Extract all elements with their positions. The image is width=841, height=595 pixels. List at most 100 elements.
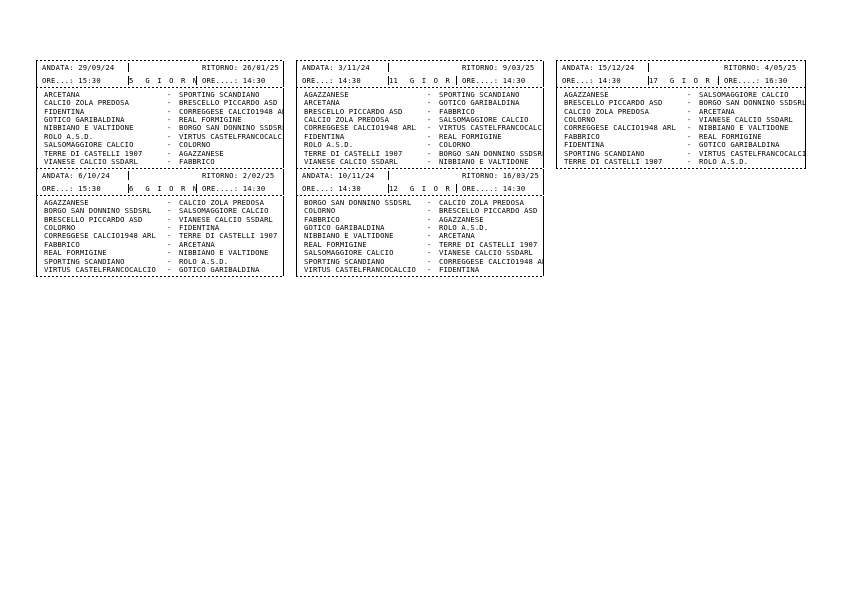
andata-date: 10/11/24 (338, 170, 375, 180)
giornata-label: G I O R N A T A (409, 76, 456, 85)
ritorno-label: RITORNO: (202, 63, 243, 72)
ore-ritorno-cell: ORE....: 14:30 (197, 76, 283, 85)
ritorno-cell: RITORNO: 26/01/25 (197, 63, 283, 72)
home-team: VIRTUS CASTELFRANCOCALCIO (44, 265, 156, 275)
match-row: TERRE DI CASTELLI 1907 - ROLO A.S.D. (557, 157, 805, 167)
schedule-block: ANDATA: 6/10/24 RITORNO: 2/02/25 ORE...: 1… (36, 167, 284, 276)
header-row-times: ORE...: 14:3017 G I O R N A T AORE....: … (557, 74, 805, 87)
ore-andata-cell: ORE...: 14:30 (557, 76, 649, 85)
match-list: AGAZZANESE - SPORTING SCANDIANO ARCETANA - GO… (296, 88, 544, 168)
match-list: AGAZZANESE - CALCIO ZOLA PREDOSA BORGO SAN … (36, 195, 284, 276)
ore-andata-label: ORE...: (302, 183, 339, 193)
ritorno-label: RITORNO: (462, 170, 503, 180)
header-row-dates: ANDATA: 15/12/24 RITORNO: 4/05/25 (557, 61, 805, 74)
ritorno-date: 4/05/25 (764, 63, 797, 72)
ore-andata-value: 14:30 (338, 76, 361, 85)
andata-cell: ANDATA: 29/09/24 (37, 63, 129, 72)
away-team: ROLO A.S.D. (699, 157, 749, 167)
match-separator: - (427, 265, 432, 275)
ore-andata-cell: ORE...: 15:30 (37, 76, 129, 85)
ore-ritorno-cell: ORE....: 16:30 (719, 76, 805, 85)
ore-ritorno-value: 14:30 (242, 183, 266, 193)
header-row-dates: ANDATA: 29/09/24 RITORNO: 26/01/25 (37, 61, 283, 74)
ore-andata-cell: ORE...: 15:30 (37, 183, 129, 193)
giornata-number: 17 (649, 76, 659, 85)
match-row: VIRTUS CASTELFRANCOCALCIO - GOTICO GARIBAL… (37, 265, 283, 275)
ritorno-label: RITORNO: (724, 63, 765, 72)
andata-date: 3/11/24 (338, 63, 370, 72)
ore-andata-label: ORE...: (562, 76, 599, 85)
giornata-cell: 17 G I O R N A T A (649, 76, 719, 85)
ritorno-cell: RITORNO: 2/02/25 (197, 171, 283, 180)
home-team: VIRTUS CASTELFRANCOCALCIO (304, 265, 416, 275)
header-row-times: ORE...: 15:305 G I O R N A T AORE....: 1… (37, 74, 283, 87)
match-row: VIRTUS CASTELFRANCOCALCIO - FIDENTINA (297, 265, 543, 275)
ritorno-date: 2/02/25 (242, 170, 275, 180)
ore-ritorno-cell: ORE....: 14:30 (457, 76, 543, 85)
giornata-label: G I O R N A T A (145, 76, 196, 85)
andata-cell: ANDATA: 6/10/24 (37, 170, 129, 180)
match-row: VIANESE CALCIO SSDARL - NIBBIANO E VALTIDO… (297, 157, 543, 167)
header-row-dates: ANDATA: 3/11/24 RITORNO: 9/03/25 (297, 61, 543, 74)
block-frame: ANDATA: 6/10/24 RITORNO: 2/02/25 ORE...: 1… (36, 168, 284, 195)
ore-andata-cell: ORE...: 14:30 (297, 183, 389, 193)
schedule-sheet: ANDATA: 29/09/24 RITORNO: 26/01/25 ORE...:… (36, 60, 806, 277)
match-list: BORGO SAN DONNINO SSDSRL - CALCIO ZOLA PRE… (296, 195, 544, 276)
schedule-block: ANDATA: 10/11/24 RITORNO: 16/03/25 ORE...:… (296, 167, 544, 276)
middle-column: ANDATA: 3/11/24 RITORNO: 9/03/25 ORE...: 1… (296, 60, 544, 277)
ore-ritorno-cell: ORE....: 14:30 (457, 184, 543, 193)
ritorno-label: RITORNO: (462, 63, 503, 72)
match-list: AGAZZANESE - SALSOMAGGIORE CALCIO BRESCELLO… (556, 88, 806, 168)
giornata-label: G I O R N A T A (145, 183, 196, 193)
andata-cell: ANDATA: 3/11/24 (297, 63, 389, 72)
home-team: VIANESE CALCIO SSDARL (44, 157, 139, 167)
andata-label: ANDATA: (562, 63, 599, 72)
away-team: FABBRICO (179, 157, 215, 167)
away-team: NIBBIANO E VALTIDONE (439, 157, 529, 167)
block-bottom-rule (296, 275, 544, 277)
ore-andata-label: ORE...: (42, 183, 79, 193)
header-row-times: ORE...: 14:30 11 G I O R N A T AORE....: … (297, 74, 543, 87)
giornata-cell: 12 G I O R N A T A (389, 183, 457, 193)
ore-ritorno-value: 14:30 (502, 76, 526, 85)
schedule-block: ANDATA: 15/12/24 RITORNO: 4/05/25 ORE...: … (556, 60, 806, 168)
andata-date: 15/12/24 (598, 63, 635, 72)
giornata-cell: 6 G I O R N A T A (129, 183, 197, 193)
ritorno-date: 9/03/25 (502, 63, 535, 72)
andata-label: ANDATA: (42, 170, 79, 180)
ritorno-date: 16/03/25 (502, 170, 539, 180)
andata-label: ANDATA: (302, 63, 339, 72)
block-frame: ANDATA: 15/12/24 RITORNO: 4/05/25 ORE...: … (556, 61, 806, 87)
ore-andata-value: 14:30 (598, 76, 621, 85)
away-team: FIDENTINA (439, 265, 480, 275)
ore-ritorno-value: 14:30 (242, 76, 266, 85)
andata-label: ANDATA: (302, 170, 339, 180)
match-separator: - (687, 157, 692, 167)
schedule-block: ANDATA: 29/09/24 RITORNO: 26/01/25 ORE...:… (36, 60, 284, 168)
andata-label: ANDATA: (42, 63, 79, 72)
ore-andata-value: 14:30 (338, 183, 361, 193)
ore-ritorno-value: 14:30 (502, 183, 526, 193)
away-team: GOTICO GARIBALDINA (179, 265, 260, 275)
schedule-block: ANDATA: 3/11/24 RITORNO: 9/03/25 ORE...: 1… (296, 60, 544, 168)
andata-date: 29/09/24 (78, 63, 115, 72)
giornata-number: 5 (129, 76, 134, 85)
ritorno-label: RITORNO: (202, 170, 243, 180)
ore-ritorno-cell: ORE....: 14:30 (197, 184, 283, 193)
block-frame: ANDATA: 3/11/24 RITORNO: 9/03/25 ORE...: 1… (296, 61, 544, 87)
home-team: TERRE DI CASTELLI 1907 (564, 157, 663, 167)
ritorno-date: 26/01/25 (242, 63, 279, 72)
ore-andata-value: 15:30 (78, 183, 101, 193)
giornata-number: 12 (389, 183, 399, 193)
left-column: ANDATA: 29/09/24 RITORNO: 26/01/25 ORE...:… (36, 60, 284, 277)
header-row-times: ORE...: 14:3012 G I O R N A T AORE....: … (297, 182, 543, 195)
ore-andata-label: ORE...: (302, 76, 339, 85)
giornata-text: 11 G I O R N A T A (389, 76, 456, 85)
schedule-columns: ANDATA: 29/09/24 RITORNO: 26/01/25 ORE...:… (36, 60, 806, 277)
ore-andata-label: ORE...: (42, 76, 79, 85)
giornata-text: 6 G I O R N A T A (129, 183, 196, 193)
match-row: VIANESE CALCIO SSDARL - FABBRICO (37, 157, 283, 167)
andata-date: 6/10/24 (78, 170, 110, 180)
giornata-label: G I O R N A T A (669, 76, 718, 85)
match-separator: - (167, 265, 172, 275)
